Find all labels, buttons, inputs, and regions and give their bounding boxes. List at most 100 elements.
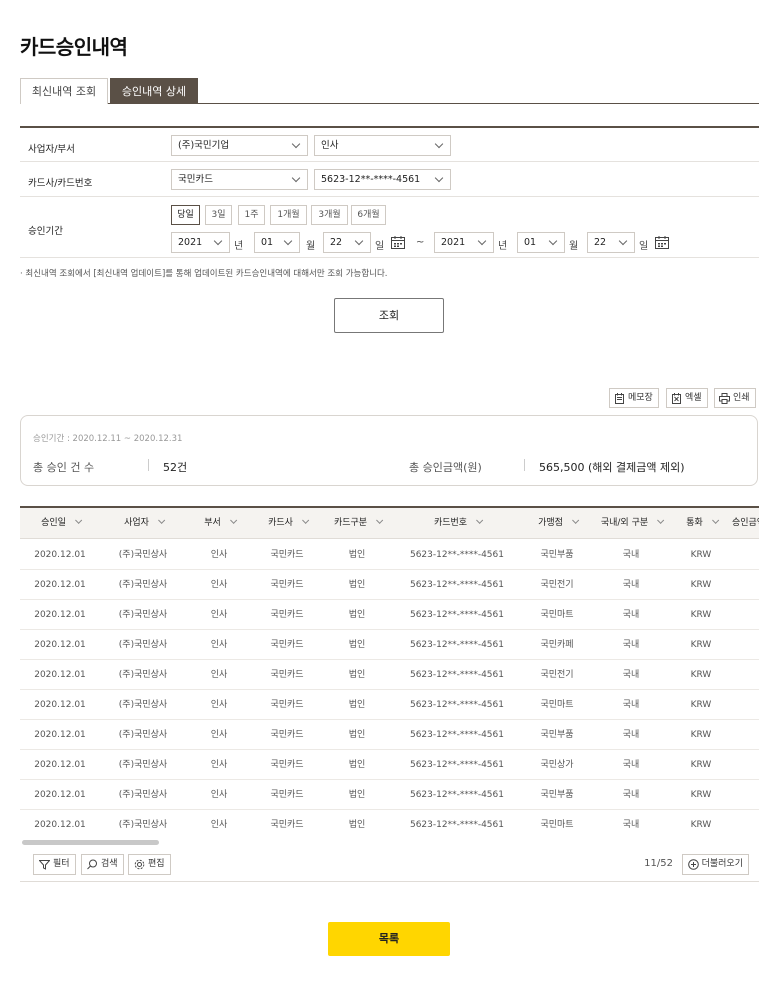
card-number-select[interactable]: 5623-12**-****-4561	[314, 169, 451, 190]
cell-business: (주)국민상사	[118, 790, 168, 800]
cell-domestic: 국내	[622, 580, 640, 590]
cell-currency: KRW	[690, 730, 712, 740]
summary-period: 승인기간 : 2020.12.11 ~ 2020.12.31	[33, 434, 183, 444]
start-day-select[interactable]: 22	[323, 232, 371, 253]
cell-merchant: 국민상가	[540, 760, 574, 770]
period-button-6months[interactable]: 6개월	[351, 205, 386, 225]
horizontal-scrollbar[interactable]	[20, 840, 759, 846]
summary-amount-label: 총 승인금액(원)	[409, 461, 482, 474]
column-header-domestic[interactable]: 국내/외 구분	[592, 508, 670, 539]
table-row[interactable]: 2020.12.01 (주)국민상사 인사 국민카드 법인 5623-12**-****-…	[20, 540, 759, 570]
summary-count-label: 총 승인 건 수	[33, 461, 95, 474]
print-button[interactable]: 인쇄	[714, 388, 756, 408]
date-range-tilde: ~	[416, 237, 425, 248]
cell-card-type: 법인	[348, 760, 366, 770]
cell-merchant: 국민부품	[540, 730, 574, 740]
table-row[interactable]: 2020.12.01 (주)국민상사 인사 국민카드 법인 5623-12**-****-…	[20, 720, 759, 750]
column-header-date[interactable]: 승인일	[20, 508, 100, 539]
cell-currency: KRW	[690, 820, 712, 830]
start-year-value: 2021	[178, 237, 203, 248]
period-button-1month[interactable]: 1개월	[270, 205, 307, 225]
list-button[interactable]: 목록	[328, 922, 450, 956]
chevron-down-icon	[291, 139, 301, 149]
filter-button[interactable]: 필터	[33, 854, 76, 875]
tab-detail[interactable]: 승인내역 상세	[110, 78, 198, 104]
cell-merchant: 국민카페	[540, 640, 574, 650]
cell-card-company: 국민카드	[270, 820, 304, 830]
page-title: 카드승인내역	[20, 35, 128, 59]
search-form: 사업자/부서 (주)국민기업 인사 카드사/카드번호 국민카드 5623-12*…	[20, 126, 759, 258]
tab-bar: 최신내역 조회 승인내역 상세	[20, 78, 759, 104]
period-button-3days[interactable]: 3일	[205, 205, 232, 225]
card-company-select[interactable]: 국민카드	[171, 169, 308, 190]
cell-business: (주)국민상사	[118, 820, 168, 830]
table-row[interactable]: 2020.12.01 (주)국민상사 인사 국민카드 법인 5623-12**-****-…	[20, 570, 759, 600]
summary-box: 승인기간 : 2020.12.11 ~ 2020.12.31 총 승인 건 수 …	[20, 415, 758, 486]
table-row[interactable]: 2020.12.01 (주)국민상사 인사 국민카드 법인 5623-12**-****-…	[20, 750, 759, 780]
column-header-label: 사업자	[124, 518, 149, 528]
plus-circle-icon	[687, 859, 699, 870]
table-row[interactable]: 2020.12.01 (주)국민상사 인사 국민카드 법인 5623-12**-****-…	[20, 660, 759, 690]
cell-domestic: 국내	[622, 640, 640, 650]
print-label: 인쇄	[733, 393, 750, 403]
cell-card-company: 국민카드	[270, 790, 304, 800]
column-header-amount[interactable]: 승인금액	[732, 508, 759, 539]
start-year-select[interactable]: 2021	[171, 232, 230, 253]
cell-card-company: 국민카드	[270, 760, 304, 770]
start-month-unit: 월	[306, 241, 316, 252]
start-year-unit: 년	[234, 241, 244, 252]
inquiry-button[interactable]: 조회	[334, 298, 444, 333]
cell-card-type: 법인	[348, 640, 366, 650]
end-year-select[interactable]: 2021	[434, 232, 494, 253]
cell-domestic: 국내	[622, 610, 640, 620]
cell-card-number: 5623-12**-****-4561	[409, 730, 504, 740]
column-header-card-company[interactable]: 카드사	[252, 508, 322, 539]
cell-merchant: 국민마트	[540, 610, 574, 620]
chevron-down-icon	[548, 236, 558, 246]
table-row[interactable]: 2020.12.01 (주)국민상사 인사 국민카드 법인 5623-12**-****-…	[20, 810, 759, 838]
department-select[interactable]: 인사	[314, 135, 451, 156]
sort-icon	[572, 516, 580, 524]
business-select[interactable]: (주)국민기업	[171, 135, 308, 156]
load-more-button[interactable]: 더불러오기	[681, 854, 749, 875]
cell-date: 2020.12.01	[34, 790, 86, 800]
search-icon	[87, 859, 97, 870]
column-header-business[interactable]: 사업자	[100, 508, 186, 539]
end-day-select[interactable]: 22	[587, 232, 635, 253]
table-row[interactable]: 2020.12.01 (주)국민상사 인사 국민카드 법인 5623-12**-****-…	[20, 600, 759, 630]
end-year-unit: 년	[498, 241, 508, 252]
period-label: 승인기간	[28, 226, 63, 237]
start-month-value: 01	[261, 237, 274, 248]
excel-button[interactable]: 엑셀	[666, 388, 708, 408]
column-header-card-type[interactable]: 카드구분	[322, 508, 392, 539]
cell-card-company: 국민카드	[270, 580, 304, 590]
column-header-department[interactable]: 부서	[186, 508, 252, 539]
start-month-select[interactable]: 01	[254, 232, 300, 253]
memo-label: 메모장	[628, 393, 653, 403]
cell-card-number: 5623-12**-****-4561	[409, 700, 504, 710]
column-header-card-number[interactable]: 카드번호	[392, 508, 522, 539]
period-button-1week[interactable]: 1주	[238, 205, 265, 225]
scrollbar-thumb[interactable]	[22, 840, 159, 845]
search-button[interactable]: 검색	[81, 854, 124, 875]
calendar-icon[interactable]	[391, 236, 405, 249]
cell-currency: KRW	[690, 580, 712, 590]
edit-button[interactable]: 편집	[128, 854, 171, 875]
table-row[interactable]: 2020.12.01 (주)국민상사 인사 국민카드 법인 5623-12**-****-…	[20, 630, 759, 660]
cell-domestic: 국내	[622, 550, 640, 560]
table-row[interactable]: 2020.12.01 (주)국민상사 인사 국민카드 법인 5623-12**-****-…	[20, 690, 759, 720]
cell-merchant: 국민부품	[540, 550, 574, 560]
table-row[interactable]: 2020.12.01 (주)국민상사 인사 국민카드 법인 5623-12**-****-…	[20, 780, 759, 810]
end-month-select[interactable]: 01	[517, 232, 565, 253]
period-button-today[interactable]: 당일	[171, 205, 200, 225]
period-button-3months[interactable]: 3개월	[311, 205, 348, 225]
card-company-value: 국민카드	[178, 174, 213, 185]
tab-recent[interactable]: 최신내역 조회	[20, 78, 108, 104]
column-header-currency[interactable]: 통화	[670, 508, 732, 539]
chevron-down-icon	[477, 236, 487, 246]
column-header-merchant[interactable]: 가맹점	[522, 508, 592, 539]
memo-button[interactable]: 메모장	[609, 388, 659, 408]
cell-business: (주)국민상사	[118, 730, 168, 740]
cell-card-number: 5623-12**-****-4561	[409, 550, 504, 560]
calendar-icon[interactable]	[655, 236, 669, 249]
